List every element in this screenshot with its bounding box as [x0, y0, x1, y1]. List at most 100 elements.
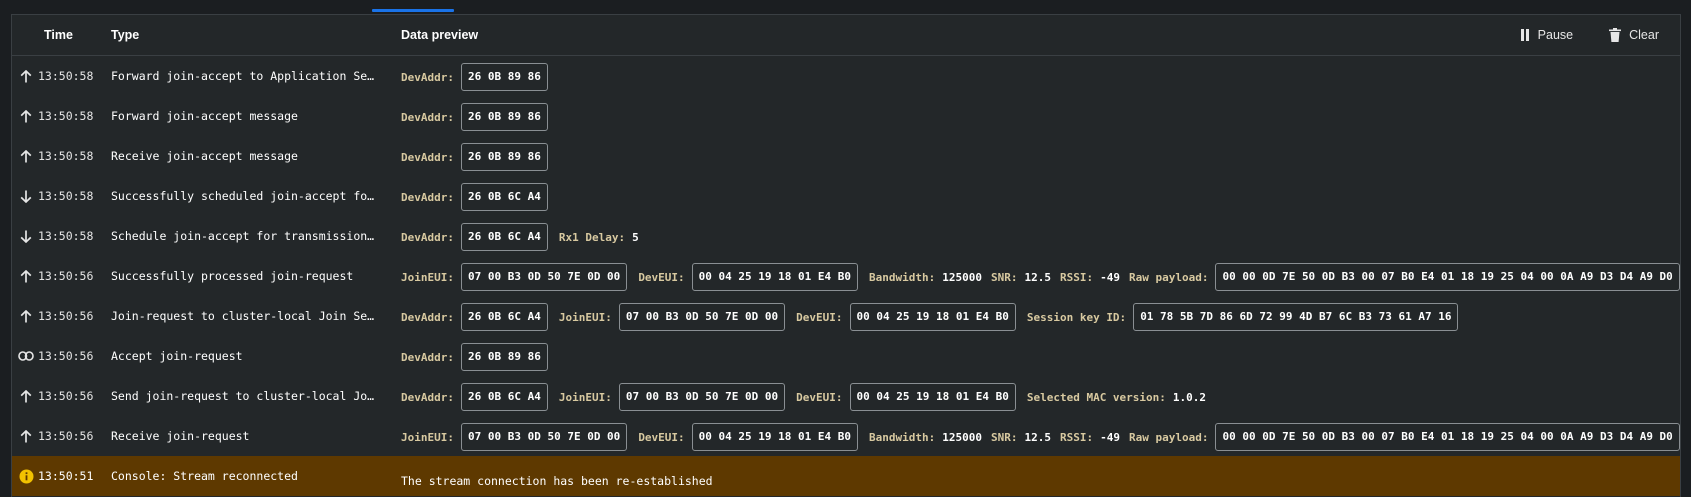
- field-value-box[interactable]: 26 0B 6C A4: [460, 223, 548, 251]
- field-value-box[interactable]: 26 0B 6C A4: [460, 383, 548, 411]
- event-time: 13:50:58: [38, 109, 94, 123]
- field-label: SNR:: [990, 270, 1018, 284]
- event-type: Accept join-request: [111, 349, 243, 363]
- field-value: 5: [632, 230, 639, 244]
- field-label: Selected MAC version:: [1026, 390, 1166, 404]
- event-data-preview: DevAddr: 26 0B 6C A4 JoinEUI: 07 00 B3 0D 5…: [401, 382, 1680, 412]
- field-label: JoinEUI:: [558, 390, 612, 404]
- event-type: Join-request to cluster-local Join Se…: [111, 309, 375, 323]
- field-label: JoinEUI:: [401, 270, 454, 284]
- field-label: JoinEUI:: [401, 430, 454, 444]
- event-message: The stream connection has been re-establ…: [401, 473, 713, 488]
- event-data-preview: DevAddr: 26 0B 89 86: [401, 62, 1680, 92]
- event-row[interactable]: 13:50:56 Accept join-request DevAddr: 26 0B…: [12, 336, 1680, 376]
- field-value-box[interactable]: 26 0B 89 86: [460, 63, 548, 91]
- event-row-warning[interactable]: 13:50:51 Console: Stream reconnected The s…: [12, 456, 1680, 496]
- field-value-box[interactable]: 00 04 25 19 18 01 E4 B0: [691, 423, 858, 451]
- field-label: DevAddr:: [401, 190, 454, 204]
- column-header-time: Time: [44, 28, 73, 42]
- header-actions: Pause Clear: [1520, 28, 1659, 42]
- event-time: 13:50:56: [38, 269, 94, 283]
- event-row[interactable]: 13:50:58 Receive join-accept message DevAd…: [12, 136, 1680, 176]
- field-label: RSSI:: [1059, 270, 1094, 284]
- field-label: DevAddr:: [401, 230, 454, 244]
- event-stream-panel: Time Type Data preview Pause Clear 13:50…: [11, 14, 1681, 497]
- event-data-preview: DevAddr: 26 0B 6C A4: [401, 182, 1680, 212]
- info-icon: [18, 468, 34, 484]
- field-value: -49: [1100, 270, 1120, 284]
- field-value-box[interactable]: 07 00 B3 0D 50 7E 0D 00: [460, 263, 628, 291]
- pause-button[interactable]: Pause: [1520, 28, 1573, 42]
- field-label: DevEUI:: [796, 390, 843, 404]
- event-time: 13:50:56: [38, 429, 94, 443]
- event-type: Schedule join-accept for transmission…: [111, 229, 375, 243]
- arrow-up-icon: [18, 68, 34, 84]
- field-value-box[interactable]: 26 0B 89 86: [460, 143, 548, 171]
- event-row[interactable]: 13:50:58 Forward join-accept message DevAd…: [12, 96, 1680, 136]
- field-value-box[interactable]: 26 0B 6C A4: [460, 183, 548, 211]
- event-list: 13:50:58 Forward join-accept to Applicati…: [12, 56, 1680, 496]
- event-row[interactable]: 13:50:56 Successfully processed join-requ…: [12, 256, 1680, 296]
- field-label: RSSI:: [1059, 430, 1094, 444]
- event-data-preview: JoinEUI: 07 00 B3 0D 50 7E 0D 00 DevEUI: 00…: [401, 262, 1680, 292]
- arrow-up-icon: [18, 308, 34, 324]
- table-header: Time Type Data preview Pause Clear: [12, 15, 1680, 56]
- field-label: Rx1 Delay:: [558, 230, 626, 244]
- field-value-box[interactable]: 01 78 5B 7D 86 6D 72 99 4D B7 6C B3 73 6…: [1133, 303, 1459, 331]
- column-header-data-preview: Data preview: [401, 28, 479, 42]
- event-row[interactable]: 13:50:58 Forward join-accept to Applicati…: [12, 56, 1680, 96]
- event-row[interactable]: 13:50:56 Receive join-request JoinEUI: 07 0…: [12, 416, 1680, 456]
- arrow-down-icon: [18, 228, 34, 244]
- event-data-preview: DevAddr: 26 0B 89 86: [401, 142, 1680, 172]
- event-time: 13:50:56: [38, 309, 94, 323]
- field-value-box[interactable]: 00 04 25 19 18 01 E4 B0: [849, 383, 1016, 411]
- field-value-box[interactable]: 26 0B 6C A4: [460, 303, 548, 331]
- event-time: 13:50:56: [38, 389, 94, 403]
- field-value-box[interactable]: 26 0B 89 86: [460, 103, 548, 131]
- event-time: 13:50:58: [38, 229, 94, 243]
- field-value-box[interactable]: 00 00 0D 7E 50 0D B3 00 07 B0 E4 01 18 1…: [1215, 423, 1680, 451]
- event-row[interactable]: 13:50:58 Schedule join-accept for transmi…: [12, 216, 1680, 256]
- clear-button[interactable]: Clear: [1609, 28, 1659, 42]
- event-type: Forward join-accept to Application Se…: [111, 69, 375, 83]
- field-label: Raw payload:: [1128, 270, 1209, 284]
- field-label: JoinEUI:: [558, 310, 612, 324]
- field-label: SNR:: [990, 430, 1018, 444]
- arrow-up-icon: [18, 268, 34, 284]
- arrow-up-icon: [18, 428, 34, 444]
- event-data-preview: DevAddr: 26 0B 6C A4 Rx1 Delay: 5: [401, 222, 1680, 252]
- event-type: Successfully scheduled join-accept fo…: [111, 189, 375, 203]
- field-value: 12.5: [1024, 430, 1051, 444]
- event-row[interactable]: 13:50:56 Send join-request to cluster-loc…: [12, 376, 1680, 416]
- event-row[interactable]: 13:50:58 Successfully scheduled join-acce…: [12, 176, 1680, 216]
- field-label: DevAddr:: [401, 310, 454, 324]
- tab-bar: [0, 0, 1691, 14]
- event-time: 13:50:58: [38, 69, 94, 83]
- field-value-box[interactable]: 26 0B 89 86: [460, 343, 548, 371]
- field-value: 125000: [942, 270, 982, 284]
- field-value-box[interactable]: 07 00 B3 0D 50 7E 0D 00: [460, 423, 628, 451]
- field-value-box[interactable]: 00 04 25 19 18 01 E4 B0: [849, 303, 1016, 331]
- field-value-box[interactable]: 07 00 B3 0D 50 7E 0D 00: [618, 303, 786, 331]
- field-label: DevEUI:: [638, 270, 685, 284]
- event-row[interactable]: 13:50:56 Join-request to cluster-local Jo…: [12, 296, 1680, 336]
- link-icon: [18, 348, 34, 364]
- field-label: DevAddr:: [401, 350, 454, 364]
- event-type: Successfully processed join-request: [111, 269, 354, 283]
- event-type: Forward join-accept message: [111, 109, 298, 123]
- field-value-box[interactable]: 00 00 0D 7E 50 0D B3 00 07 B0 E4 01 18 1…: [1215, 263, 1680, 291]
- event-data-preview: JoinEUI: 07 00 B3 0D 50 7E 0D 00 DevEUI: 00…: [401, 422, 1680, 452]
- field-label: DevEUI:: [796, 310, 843, 324]
- event-time: 13:50:58: [38, 149, 94, 163]
- event-data-preview: The stream connection has been re-establ…: [401, 462, 1680, 492]
- trash-icon: [1609, 28, 1622, 42]
- field-label: Raw payload:: [1128, 430, 1209, 444]
- field-label: DevAddr:: [401, 150, 454, 164]
- field-value-box[interactable]: 00 04 25 19 18 01 E4 B0: [691, 263, 858, 291]
- field-value-box[interactable]: 07 00 B3 0D 50 7E 0D 00: [618, 383, 786, 411]
- field-value: 125000: [942, 430, 982, 444]
- field-label: Bandwidth:: [869, 430, 936, 444]
- event-time: 13:50:58: [38, 189, 94, 203]
- event-data-preview: DevAddr: 26 0B 89 86: [401, 102, 1680, 132]
- clear-label: Clear: [1629, 28, 1659, 42]
